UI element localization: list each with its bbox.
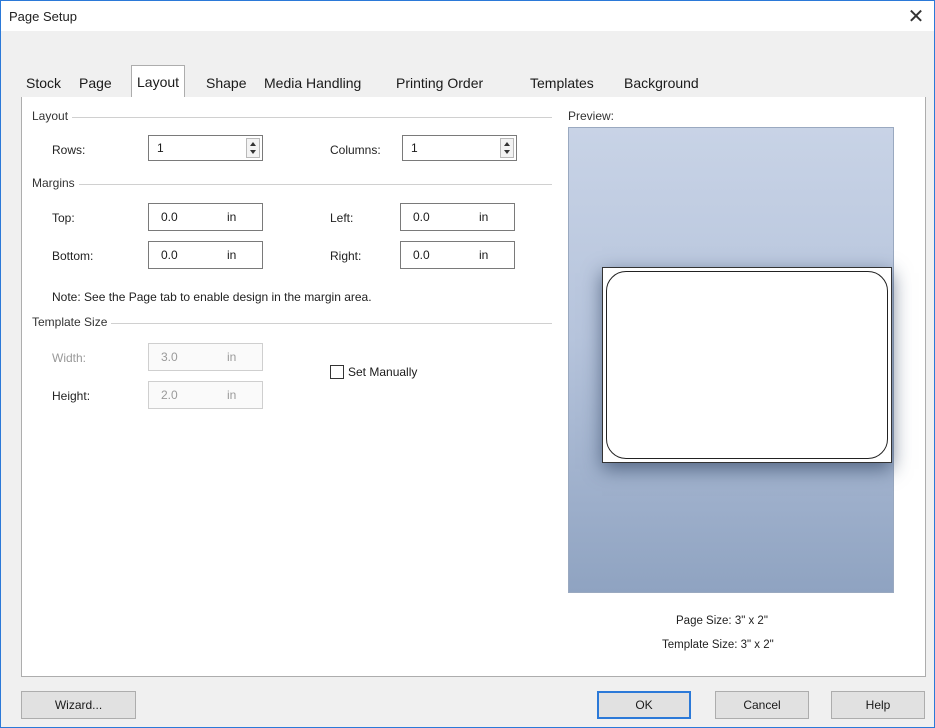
margins-group-title: Margins <box>32 176 79 190</box>
columns-label: Columns: <box>330 143 381 157</box>
set-manually-label: Set Manually <box>348 365 418 379</box>
tab-page[interactable]: Page <box>74 69 117 97</box>
ok-button[interactable]: OK <box>597 691 691 719</box>
columns-spin-buttons[interactable] <box>500 138 514 158</box>
top-label: Top: <box>52 211 75 225</box>
help-button[interactable]: Help <box>831 691 925 719</box>
cancel-button[interactable]: Cancel <box>715 691 809 719</box>
set-manually-option[interactable]: Set Manually <box>330 365 417 379</box>
height-field: 2.0 in <box>148 381 263 409</box>
margin-note: Note: See the Page tab to enable design … <box>52 290 372 304</box>
right-label: Right: <box>330 249 362 263</box>
page-setup-dialog: Page Setup ✕ Stock Page Layout Shape Med… <box>0 0 935 728</box>
rows-value: 1 <box>157 141 164 155</box>
left-margin-field[interactable]: 0.0 in <box>400 203 515 231</box>
width-label: Width: <box>52 351 87 365</box>
page-size-text: Page Size: 3" x 2" <box>676 615 768 627</box>
tab-templates[interactable]: Templates <box>525 69 599 97</box>
wizard-button[interactable]: Wizard... <box>21 691 136 719</box>
left-label: Left: <box>330 211 354 225</box>
unit-label: in <box>227 248 237 262</box>
tab-strip: Stock Page Layout Shape Media Handling P… <box>21 65 926 98</box>
tab-shape[interactable]: Shape <box>201 69 251 97</box>
rows-spinner[interactable]: 1 <box>148 135 263 161</box>
layout-group-title: Layout <box>32 109 73 123</box>
unit-label: in <box>479 248 489 262</box>
spin-up-icon[interactable] <box>250 142 256 146</box>
width-field: 3.0 in <box>148 343 263 371</box>
columns-spinner[interactable]: 1 <box>402 135 517 161</box>
bottom-margin-field[interactable]: 0.0 in <box>148 241 263 269</box>
tab-background[interactable]: Background <box>619 69 704 97</box>
tab-media-handling[interactable]: Media Handling <box>259 69 366 97</box>
set-manually-checkbox[interactable] <box>330 365 344 379</box>
template-size-text: Template Size: 3" x 2" <box>662 639 774 651</box>
height-label: Height: <box>52 389 91 403</box>
right-margin-value: 0.0 <box>413 248 430 262</box>
rows-spin-buttons[interactable] <box>246 138 260 158</box>
spin-down-icon[interactable] <box>250 150 256 154</box>
preview-template-card <box>606 271 888 459</box>
width-value: 3.0 <box>161 350 178 364</box>
right-margin-field[interactable]: 0.0 in <box>400 241 515 269</box>
preview-label: Preview: <box>568 109 615 123</box>
close-icon[interactable]: ✕ <box>898 1 934 31</box>
unit-label: in <box>227 350 237 364</box>
top-margin-field[interactable]: 0.0 in <box>148 203 263 231</box>
unit-label: in <box>479 210 489 224</box>
left-margin-value: 0.0 <box>413 210 430 224</box>
unit-label: in <box>227 388 237 402</box>
margins-group-rule <box>32 184 552 185</box>
columns-value: 1 <box>411 141 418 155</box>
template-size-group-title: Template Size <box>32 315 112 329</box>
layout-tab-panel: Layout Rows: 1 Columns: 1 Margins Top: 0… <box>21 97 926 677</box>
bottom-margin-value: 0.0 <box>161 248 178 262</box>
spin-down-icon[interactable] <box>504 150 510 154</box>
window-title: Page Setup <box>9 9 77 24</box>
spin-up-icon[interactable] <box>504 142 510 146</box>
tab-layout[interactable]: Layout <box>131 65 186 98</box>
bottom-label: Bottom: <box>52 249 94 263</box>
tab-stock[interactable]: Stock <box>21 69 66 97</box>
height-value: 2.0 <box>161 388 178 402</box>
rows-label: Rows: <box>52 143 86 157</box>
tab-printing-order[interactable]: Printing Order <box>391 69 488 97</box>
title-bar[interactable]: Page Setup ✕ <box>1 1 934 31</box>
top-margin-value: 0.0 <box>161 210 178 224</box>
layout-group-rule <box>32 117 552 118</box>
unit-label: in <box>227 210 237 224</box>
